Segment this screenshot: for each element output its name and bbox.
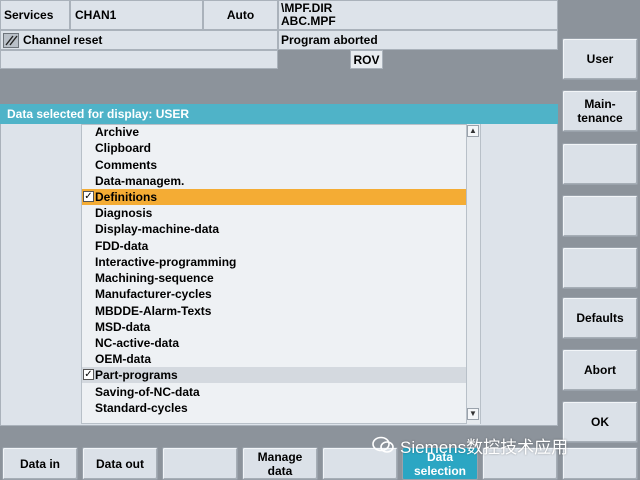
message-line <box>0 50 278 69</box>
softkey-right-3[interactable] <box>562 143 638 185</box>
scroll-up-arrow-icon[interactable]: ▲ <box>467 125 479 137</box>
softkey-right-5[interactable] <box>562 247 638 289</box>
checkbox-definitions[interactable]: ✓ <box>83 191 94 202</box>
wechat-icon <box>372 436 394 454</box>
list-item[interactable]: Manufacturer-cycles <box>95 286 212 302</box>
list-item[interactable]: Interactive-programming <box>95 254 236 270</box>
panel-title-bar: Data selected for display: USER <box>0 104 558 124</box>
softkey-maintenance[interactable]: Main- tenance <box>562 90 638 132</box>
list-item[interactable]: Definitions <box>95 189 157 205</box>
list-item[interactable]: FDD-data <box>95 238 148 254</box>
softkey-data-in[interactable]: Data in <box>2 447 78 480</box>
watermark: Siemens数控技术应用 <box>372 432 568 458</box>
program-status: Program aborted <box>278 30 558 50</box>
list-item[interactable]: NC-active-data <box>95 335 179 351</box>
checkbox-part-programs[interactable]: ✓ <box>83 369 94 380</box>
softkey-manage-data[interactable]: Manage data <box>242 447 318 480</box>
softkey-user[interactable]: User <box>562 38 638 80</box>
list-item[interactable]: MBDDE-Alarm-Texts <box>95 303 211 319</box>
list-item[interactable]: Comments <box>95 157 157 173</box>
softkey-abort[interactable]: Abort <box>562 349 638 391</box>
scroll-down-arrow-icon[interactable]: ▼ <box>467 408 479 420</box>
softkey-bottom-8[interactable] <box>562 447 638 480</box>
list-item[interactable]: Display-machine-data <box>95 221 219 237</box>
channel-name: CHAN1 <box>70 0 203 30</box>
program-path: \MPF.DIR ABC.MPF <box>278 0 558 30</box>
channel-reset-icon <box>3 32 19 48</box>
channel-status-bar: Channel reset <box>0 30 278 50</box>
program-file: ABC.MPF <box>281 14 336 28</box>
rov-indicator: ROV <box>350 50 383 69</box>
channel-status-text: Channel reset <box>23 33 103 47</box>
list-item[interactable]: Data-managem. <box>95 173 184 189</box>
area-name: Services <box>0 0 70 30</box>
list-item[interactable]: Clipboard <box>95 140 151 156</box>
softkey-right-4[interactable] <box>562 195 638 237</box>
softkey-data-out[interactable]: Data out <box>82 447 158 480</box>
watermark-text: Siemens数控技术应用 <box>400 437 569 457</box>
list-scrollbar[interactable] <box>466 124 480 424</box>
softkey-ok[interactable]: OK <box>562 401 638 443</box>
list-item[interactable]: Diagnosis <box>95 205 152 221</box>
operating-mode: Auto <box>203 0 278 30</box>
list-item[interactable]: Part-programs <box>95 367 178 383</box>
softkey-bottom-3[interactable] <box>162 447 238 480</box>
list-item[interactable]: Machining-sequence <box>95 270 214 286</box>
list-item[interactable]: Standard-cycles <box>95 400 188 416</box>
list-item[interactable]: Saving-of-NC-data <box>95 384 200 400</box>
list-item[interactable]: Archive <box>95 124 139 140</box>
list-item[interactable]: OEM-data <box>95 351 151 367</box>
list-item[interactable]: MSD-data <box>95 319 150 335</box>
softkey-defaults[interactable]: Defaults <box>562 297 638 339</box>
